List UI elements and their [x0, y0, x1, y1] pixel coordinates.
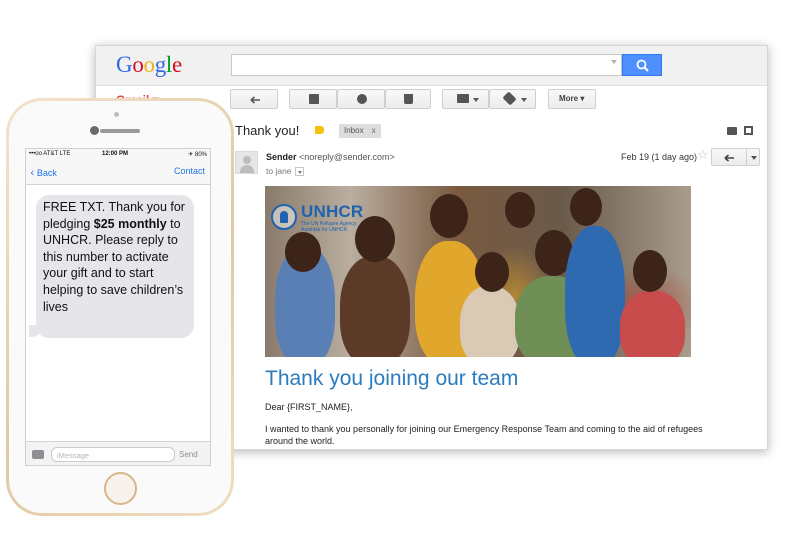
unhcr-name: UNHCR	[301, 202, 364, 221]
child-figure	[565, 226, 625, 357]
chevron-down-icon	[521, 98, 527, 102]
recipient-line: to jane	[266, 166, 304, 177]
sender-email: <noreply@sender.com>	[299, 152, 395, 162]
move-to-button[interactable]	[442, 89, 489, 109]
hero-image: UNHCR The UN Refugee Agency Australia fo…	[265, 186, 691, 357]
new-window-icon[interactable]	[744, 126, 753, 135]
logo-letter: G	[116, 52, 133, 77]
remove-label-button[interactable]: x	[372, 126, 376, 135]
archive-icon	[309, 94, 319, 104]
search-button[interactable]	[622, 54, 662, 76]
print-icon[interactable]	[727, 127, 737, 135]
marketing-composite: Google Gmail ▾	[0, 0, 800, 535]
report-spam-icon	[357, 94, 367, 104]
google-logo[interactable]: Google	[116, 52, 182, 78]
back-arrow-icon	[250, 96, 260, 104]
child-figure	[620, 291, 685, 357]
search-icon	[636, 59, 649, 72]
unhcr-tagline-region: Australia for UNHCR	[301, 227, 348, 233]
unhcr-logo: UNHCR The UN Refugee Agency Australia fo…	[271, 202, 381, 240]
logo-letter: o	[132, 52, 144, 77]
chevron-down-icon	[473, 98, 479, 102]
avatar-body	[240, 165, 254, 173]
child-face	[505, 192, 535, 228]
battery-status: ✈ 80%	[188, 152, 207, 158]
iphone: •••oo AT&T LTE 12:00 PM ✈ 80% ‹ Back Con…	[6, 98, 234, 516]
proximity-sensor	[114, 112, 119, 117]
sender-line: Sender <noreply@sender.com>	[266, 152, 395, 162]
more-label: More ▾	[559, 94, 585, 103]
more-button[interactable]: More ▾	[548, 89, 596, 109]
messages-nav-bar: ‹ Back Contact	[26, 159, 210, 185]
search-input[interactable]	[231, 54, 622, 76]
child-face	[475, 252, 509, 292]
report-spam-button[interactable]	[337, 89, 385, 109]
child-figure	[460, 286, 520, 357]
email-subject: Thank you!	[235, 123, 300, 138]
labels-button[interactable]	[489, 89, 536, 109]
send-button[interactable]: Send	[179, 450, 198, 459]
imessage-input[interactable]: iMessage	[51, 447, 175, 462]
chevron-left-icon: ‹	[30, 166, 35, 179]
avatar[interactable]	[235, 151, 258, 174]
archive-button[interactable]	[289, 89, 337, 109]
gmail-header: Google	[96, 46, 767, 86]
status-time: 12:00 PM	[102, 151, 129, 157]
unhcr-emblem-icon	[271, 204, 297, 230]
child-face	[430, 194, 468, 238]
message-input-bar: iMessage Send	[26, 441, 210, 465]
home-button[interactable]	[104, 472, 137, 505]
important-marker-icon[interactable]	[315, 126, 324, 134]
show-details-button[interactable]	[294, 167, 304, 177]
camera-icon[interactable]	[32, 450, 44, 459]
label-icon	[502, 91, 517, 106]
logo-letter: e	[172, 52, 182, 77]
back-button[interactable]: ‹ Back	[30, 166, 57, 179]
back-label: Back	[36, 168, 57, 178]
more-actions-button[interactable]	[746, 148, 760, 166]
phone-face: •••oo AT&T LTE 12:00 PM ✈ 80% ‹ Back Con…	[9, 101, 231, 513]
earpiece	[100, 129, 140, 133]
recipient-label: to jane	[266, 166, 292, 176]
inbox-chip-label: Inbox	[344, 126, 364, 135]
message-text: FREE TXT. Thank you for pledging $25 mon…	[43, 199, 193, 315]
back-to-inbox-button[interactable]	[230, 89, 278, 109]
email-date: Feb 19 (1 day ago)	[621, 152, 698, 162]
delete-button[interactable]	[385, 89, 431, 109]
reply-icon	[724, 154, 734, 162]
status-bar: •••oo AT&T LTE 12:00 PM ✈ 80%	[26, 149, 210, 159]
email-heading: Thank you joining our team	[265, 367, 519, 390]
carrier-signal: •••oo AT&T LTE	[29, 151, 71, 157]
phone-screen: •••oo AT&T LTE 12:00 PM ✈ 80% ‹ Back Con…	[25, 148, 211, 466]
folder-icon	[457, 94, 469, 103]
star-icon[interactable]: ☆	[697, 148, 709, 163]
email-paragraph: I wanted to thank you personally for joi…	[265, 424, 703, 446]
child-face	[570, 188, 602, 226]
search-options-icon[interactable]	[611, 60, 617, 64]
child-face	[633, 250, 667, 292]
logo-letter: g	[154, 52, 167, 77]
reply-button[interactable]	[711, 148, 747, 166]
trash-icon	[404, 94, 413, 104]
contact-button[interactable]: Contact	[174, 166, 205, 176]
avatar-head	[243, 156, 251, 164]
logo-letter: o	[143, 52, 156, 77]
email-greeting: Dear {FIRST_NAME},	[265, 402, 353, 412]
sender-name[interactable]: Sender	[266, 152, 297, 162]
inbox-label-chip[interactable]: Inbox x	[339, 124, 381, 138]
child-figure	[340, 256, 410, 357]
message-text-part: to UNHCR. Please reply to this number to…	[43, 216, 184, 314]
front-camera	[90, 126, 99, 135]
message-amount: $25 monthly	[93, 216, 167, 231]
